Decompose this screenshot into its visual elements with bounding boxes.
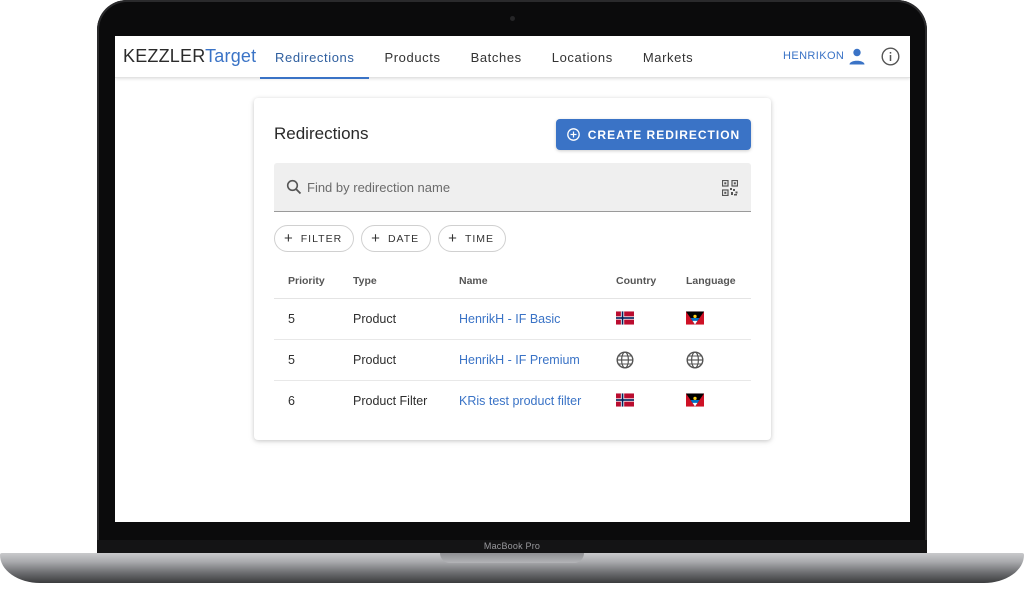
tab-locations[interactable]: Locations: [537, 36, 628, 78]
cell-type: Product Filter: [353, 394, 428, 408]
username[interactable]: HENRIKON: [783, 50, 844, 62]
cell-type: Product: [353, 353, 397, 367]
tab-products[interactable]: Products: [369, 36, 455, 78]
laptop-notch: [440, 553, 584, 563]
main-nav: Redirections Products Batches Locations …: [260, 36, 708, 79]
device-label: MacBook Pro: [483, 541, 541, 551]
create-redirection-button[interactable]: CREATE REDIRECTION: [556, 119, 751, 150]
filter-chips: + FILTER + DATE + TIME: [274, 225, 507, 252]
tab-redirections[interactable]: Redirections: [260, 36, 370, 79]
app-bar: KEZZLERTarget Redirections Products Batc…: [115, 36, 910, 79]
create-redirection-label: CREATE REDIRECTION: [587, 127, 741, 142]
brand-main: KEZZLER: [123, 46, 206, 66]
cell-type: Product: [353, 312, 397, 326]
norway-flag-icon: [616, 311, 634, 325]
norway-flag-icon: [616, 393, 634, 407]
column-header-priority[interactable]: Priority: [288, 275, 325, 287]
column-header-country[interactable]: Country: [616, 275, 656, 287]
column-header-name[interactable]: Name: [459, 275, 488, 287]
qr-code-icon[interactable]: [722, 180, 738, 196]
antigua-flag-icon: [686, 393, 704, 407]
redirections-card: Redirections CREATE REDIRECTION Find by …: [254, 98, 771, 440]
chip-label: DATE: [387, 232, 420, 245]
table-row[interactable]: 5 Product HenrikH - IF Basic: [274, 299, 751, 340]
chip-label: TIME: [464, 232, 495, 245]
cell-priority: 6: [288, 394, 295, 408]
brand-accent: Target: [205, 46, 257, 66]
globe-icon: [686, 351, 704, 369]
globe-icon: [616, 351, 634, 369]
filter-chip[interactable]: + FILTER: [274, 225, 355, 252]
brand-logo[interactable]: KEZZLERTarget: [123, 46, 256, 67]
page-title: Redirections: [274, 124, 369, 143]
column-header-language[interactable]: Language: [686, 275, 736, 287]
person-icon[interactable]: [849, 48, 865, 65]
search-input[interactable]: [307, 177, 707, 197]
cell-name-link[interactable]: HenrikH - IF Basic: [459, 312, 560, 326]
table-header: Priority Type Name Country Language: [274, 263, 751, 299]
search-icon: [286, 179, 302, 195]
antigua-flag-icon: [686, 311, 704, 325]
cell-name-link[interactable]: KRis test product filter: [459, 394, 581, 408]
time-chip[interactable]: + TIME: [438, 225, 507, 252]
screen: KEZZLERTarget Redirections Products Batc…: [115, 36, 910, 522]
cell-priority: 5: [288, 312, 295, 326]
plus-icon: +: [448, 230, 458, 247]
tab-batches[interactable]: Batches: [456, 36, 537, 78]
column-header-type[interactable]: Type: [353, 275, 377, 287]
table-row[interactable]: 5 Product HenrikH - IF Premium: [274, 340, 751, 381]
plus-icon: +: [284, 230, 294, 247]
tab-markets[interactable]: Markets: [628, 36, 708, 78]
cell-priority: 5: [288, 353, 295, 367]
camera-dot: [510, 16, 515, 21]
info-icon[interactable]: [881, 47, 900, 66]
search-field[interactable]: [274, 163, 751, 212]
cell-name-link[interactable]: HenrikH - IF Premium: [459, 353, 580, 367]
redirections-table: Priority Type Name Country Language 5 Pr…: [274, 263, 751, 422]
table-row[interactable]: 6 Product Filter KRis test product filte…: [274, 381, 751, 422]
date-chip[interactable]: + DATE: [361, 225, 432, 252]
chip-label: FILTER: [300, 232, 343, 245]
add-circle-icon: [566, 128, 580, 141]
plus-icon: +: [371, 230, 381, 247]
